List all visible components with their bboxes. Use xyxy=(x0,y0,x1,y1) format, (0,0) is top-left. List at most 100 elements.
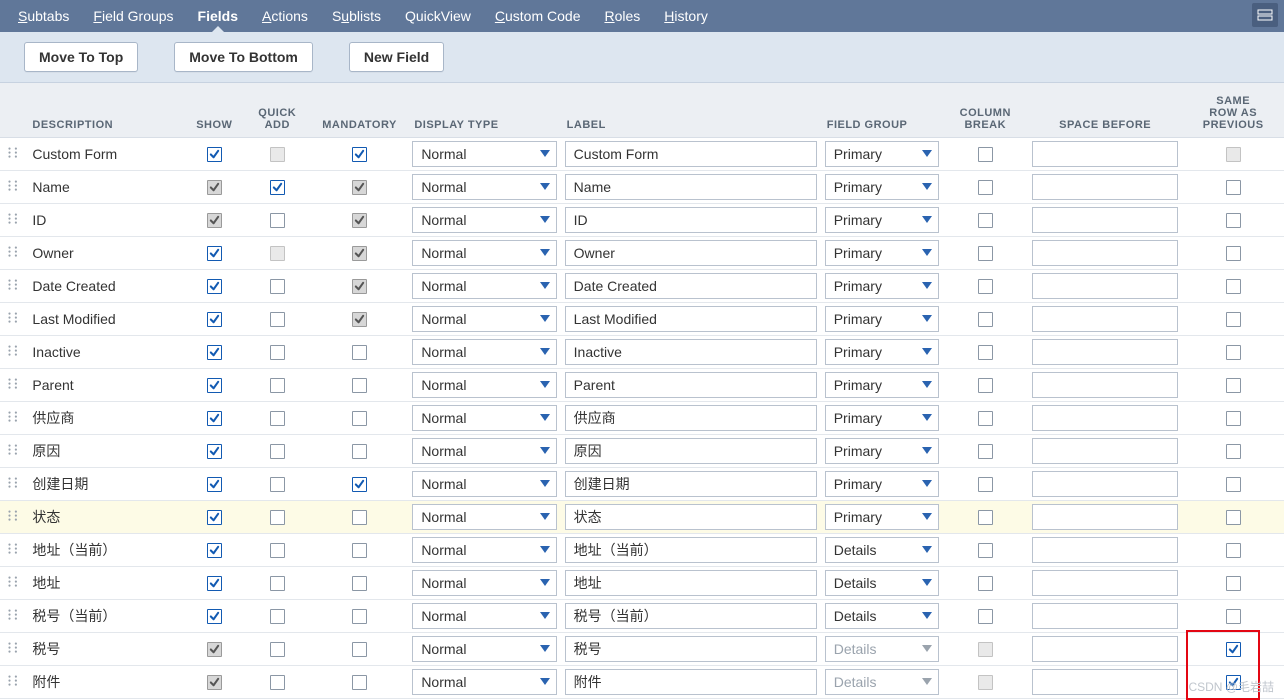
show-checkbox[interactable] xyxy=(207,675,222,690)
field-group-select[interactable]: Primary xyxy=(825,273,939,299)
drag-handle-icon[interactable]: ● ●● ●● ● xyxy=(0,434,26,467)
same-row-checkbox[interactable] xyxy=(1226,642,1241,657)
display-type-select[interactable]: Normal xyxy=(412,405,556,431)
label-input[interactable] xyxy=(565,240,817,266)
label-input[interactable] xyxy=(565,207,817,233)
same-row-checkbox[interactable] xyxy=(1226,576,1241,591)
column-break-checkbox[interactable] xyxy=(978,246,993,261)
mandatory-checkbox[interactable] xyxy=(352,675,367,690)
show-checkbox[interactable] xyxy=(207,180,222,195)
space-before-input[interactable] xyxy=(1032,273,1178,299)
display-type-select[interactable]: Normal xyxy=(412,174,556,200)
column-break-checkbox[interactable] xyxy=(978,510,993,525)
label-input[interactable] xyxy=(565,174,817,200)
label-input[interactable] xyxy=(565,438,817,464)
mandatory-checkbox[interactable] xyxy=(352,147,367,162)
display-type-select[interactable]: Normal xyxy=(412,141,556,167)
drag-handle-icon[interactable]: ● ●● ●● ● xyxy=(0,302,26,335)
tab-custom-code[interactable]: Custom Code xyxy=(483,0,593,32)
field-group-select[interactable]: Primary xyxy=(825,174,939,200)
column-break-checkbox[interactable] xyxy=(978,477,993,492)
label-input[interactable] xyxy=(565,471,817,497)
quick-add-checkbox[interactable] xyxy=(270,642,285,657)
same-row-checkbox[interactable] xyxy=(1226,180,1241,195)
show-checkbox[interactable] xyxy=(207,510,222,525)
show-checkbox[interactable] xyxy=(207,345,222,360)
quick-add-checkbox[interactable] xyxy=(270,444,285,459)
same-row-checkbox[interactable] xyxy=(1226,279,1241,294)
show-checkbox[interactable] xyxy=(207,477,222,492)
space-before-input[interactable] xyxy=(1032,240,1178,266)
show-checkbox[interactable] xyxy=(207,147,222,162)
column-break-checkbox[interactable] xyxy=(978,543,993,558)
drag-handle-icon[interactable]: ● ●● ●● ● xyxy=(0,632,26,665)
space-before-input[interactable] xyxy=(1032,405,1178,431)
display-type-select[interactable]: Normal xyxy=(412,669,556,695)
mandatory-checkbox[interactable] xyxy=(352,543,367,558)
column-break-checkbox[interactable] xyxy=(978,378,993,393)
same-row-checkbox[interactable] xyxy=(1226,246,1241,261)
label-input[interactable] xyxy=(565,141,817,167)
drag-handle-icon[interactable]: ● ●● ●● ● xyxy=(0,335,26,368)
tab-quickview[interactable]: QuickView xyxy=(393,0,483,32)
show-checkbox[interactable] xyxy=(207,444,222,459)
drag-handle-icon[interactable]: ● ●● ●● ● xyxy=(0,599,26,632)
label-input[interactable] xyxy=(565,570,817,596)
tab-actions[interactable]: Actions xyxy=(250,0,320,32)
field-group-select[interactable]: Primary xyxy=(825,405,939,431)
drag-handle-icon[interactable]: ● ●● ●● ● xyxy=(0,533,26,566)
mandatory-checkbox[interactable] xyxy=(352,213,367,228)
label-input[interactable] xyxy=(565,405,817,431)
show-checkbox[interactable] xyxy=(207,213,222,228)
col-quick-add[interactable]: QUICKADD xyxy=(244,83,311,137)
display-type-select[interactable]: Normal xyxy=(412,471,556,497)
space-before-input[interactable] xyxy=(1032,339,1178,365)
mandatory-checkbox[interactable] xyxy=(352,642,367,657)
column-break-checkbox[interactable] xyxy=(978,213,993,228)
show-checkbox[interactable] xyxy=(207,543,222,558)
label-input[interactable] xyxy=(565,339,817,365)
column-break-checkbox[interactable] xyxy=(978,147,993,162)
show-checkbox[interactable] xyxy=(207,609,222,624)
show-checkbox[interactable] xyxy=(207,378,222,393)
show-checkbox[interactable] xyxy=(207,312,222,327)
col-mandatory[interactable]: MANDATORY xyxy=(311,83,409,137)
column-break-checkbox[interactable] xyxy=(978,444,993,459)
quick-add-checkbox[interactable] xyxy=(270,675,285,690)
move-to-top-button[interactable]: Move To Top xyxy=(24,42,138,72)
mandatory-checkbox[interactable] xyxy=(352,246,367,261)
drag-handle-icon[interactable]: ● ●● ●● ● xyxy=(0,401,26,434)
column-break-checkbox[interactable] xyxy=(978,312,993,327)
same-row-checkbox[interactable] xyxy=(1226,378,1241,393)
quick-add-checkbox[interactable] xyxy=(270,576,285,591)
quick-add-checkbox[interactable] xyxy=(270,345,285,360)
quick-add-checkbox[interactable] xyxy=(270,279,285,294)
space-before-input[interactable] xyxy=(1032,174,1178,200)
space-before-input[interactable] xyxy=(1032,669,1178,695)
field-group-select[interactable]: Primary xyxy=(825,438,939,464)
same-row-checkbox[interactable] xyxy=(1226,444,1241,459)
column-break-checkbox[interactable] xyxy=(978,411,993,426)
new-field-button[interactable]: New Field xyxy=(349,42,444,72)
field-group-select[interactable]: Details xyxy=(825,537,939,563)
tab-field-groups[interactable]: Field Groups xyxy=(81,0,185,32)
show-checkbox[interactable] xyxy=(207,411,222,426)
same-row-checkbox[interactable] xyxy=(1226,543,1241,558)
mandatory-checkbox[interactable] xyxy=(352,576,367,591)
quick-add-checkbox[interactable] xyxy=(270,609,285,624)
mandatory-checkbox[interactable] xyxy=(352,609,367,624)
display-type-select[interactable]: Normal xyxy=(412,207,556,233)
drag-handle-icon[interactable]: ● ●● ●● ● xyxy=(0,203,26,236)
display-type-select[interactable]: Normal xyxy=(412,273,556,299)
space-before-input[interactable] xyxy=(1032,372,1178,398)
space-before-input[interactable] xyxy=(1032,207,1178,233)
same-row-checkbox[interactable] xyxy=(1226,675,1241,690)
mandatory-checkbox[interactable] xyxy=(352,279,367,294)
display-type-select[interactable]: Normal xyxy=(412,240,556,266)
display-type-select[interactable]: Normal xyxy=(412,537,556,563)
space-before-input[interactable] xyxy=(1032,636,1178,662)
same-row-checkbox[interactable] xyxy=(1226,213,1241,228)
mandatory-checkbox[interactable] xyxy=(352,444,367,459)
label-input[interactable] xyxy=(565,669,817,695)
label-input[interactable] xyxy=(565,273,817,299)
